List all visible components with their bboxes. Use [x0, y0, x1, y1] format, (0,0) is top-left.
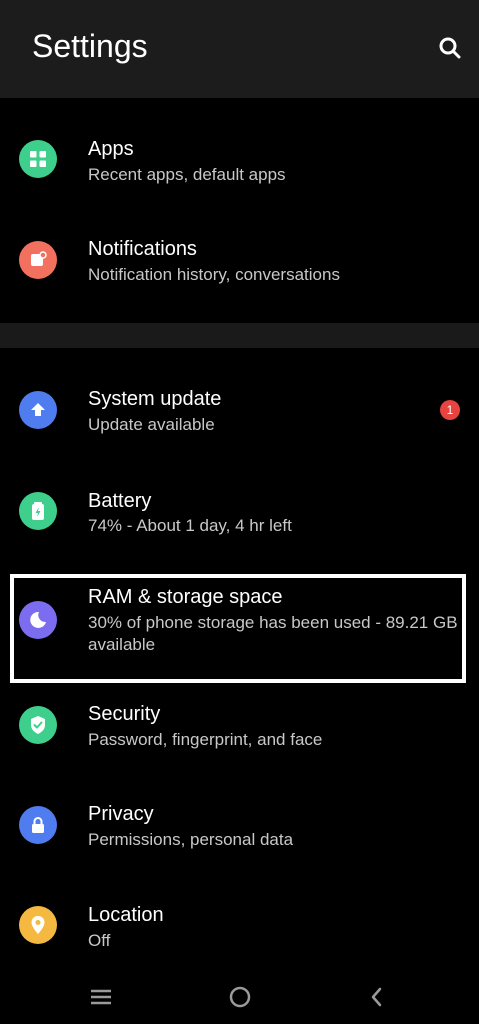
settings-item-apps[interactable]: Apps Recent apps, default apps	[0, 110, 479, 206]
location-icon	[19, 906, 57, 944]
settings-item-location[interactable]: Location Off	[0, 876, 479, 972]
search-button[interactable]	[432, 30, 468, 66]
back-button[interactable]	[362, 982, 392, 1012]
home-icon	[229, 986, 251, 1008]
settings-item-title: Security	[88, 703, 161, 725]
settings-item-subtitle: 74% - About 1 day, 4 hr left	[88, 516, 292, 535]
settings-item-subtitle: Password, fingerprint, and face	[88, 730, 323, 749]
settings-item-subtitle: Recent apps, default apps	[88, 165, 286, 184]
settings-item-title: RAM & storage space	[88, 586, 283, 608]
section-divider	[0, 323, 479, 348]
settings-item-system-update[interactable]: System update Update available 1	[0, 362, 479, 458]
settings-item-security[interactable]: Security Password, fingerprint, and face	[0, 676, 479, 772]
settings-item-privacy[interactable]: Privacy Permissions, personal data	[0, 776, 479, 872]
menu-icon	[91, 989, 111, 1005]
settings-item-subtitle: 30% of phone storage has been used - 89.…	[88, 613, 458, 654]
page-title: Settings	[32, 28, 148, 64]
settings-item-title: System update	[88, 388, 222, 410]
settings-item-subtitle: Notification history, conversations	[88, 265, 340, 284]
system-update-icon	[19, 391, 57, 429]
app-header: Settings	[0, 0, 479, 98]
settings-item-notifications[interactable]: Notifications Notification history, conv…	[0, 210, 479, 306]
shield-icon	[19, 706, 57, 744]
settings-item-title: Location	[88, 904, 164, 926]
notification-badge: 1	[440, 400, 460, 420]
settings-item-ram-storage[interactable]: RAM & storage space 30% of phone storage…	[0, 572, 479, 684]
settings-item-subtitle: Off	[88, 931, 111, 950]
settings-item-title: Notifications	[88, 238, 197, 260]
battery-icon	[19, 492, 57, 530]
system-navigation-bar	[0, 970, 479, 1024]
home-button[interactable]	[225, 982, 255, 1012]
back-icon	[371, 987, 382, 1007]
lock-icon	[19, 806, 57, 844]
settings-item-battery[interactable]: Battery 74% - About 1 day, 4 hr left	[0, 462, 479, 558]
settings-item-title: Privacy	[88, 803, 154, 825]
storage-icon	[19, 601, 57, 639]
settings-item-title: Apps	[88, 138, 134, 160]
settings-item-subtitle: Permissions, personal data	[88, 830, 294, 849]
notification-icon	[19, 241, 57, 279]
settings-item-title: Battery	[88, 490, 152, 512]
settings-item-subtitle: Update available	[88, 415, 215, 434]
recent-apps-button[interactable]	[86, 982, 116, 1012]
apps-icon	[19, 140, 57, 178]
search-icon	[439, 37, 461, 59]
